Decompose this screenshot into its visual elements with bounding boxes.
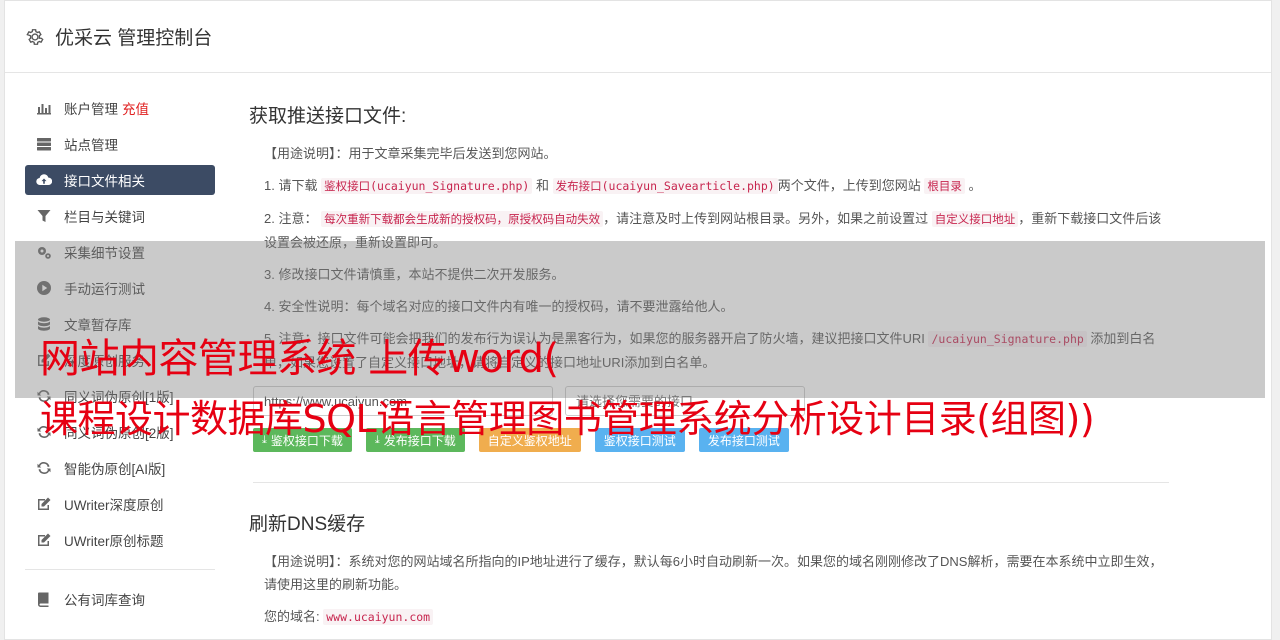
edit-icon [35, 532, 53, 548]
signature-file-code: 鉴权接口(ucaiyun_Signature.php) [321, 178, 533, 194]
sidebar-item-ai-original[interactable]: 智能伪原创[AI版] [25, 453, 215, 483]
section-divider [253, 482, 1169, 483]
sidebar-item-label: 公有词库查询 [64, 593, 145, 608]
dns-domain-row: 您的域名: www.ucaiyun.com [249, 605, 1169, 629]
custom-url-code: 自定义接口地址 [931, 211, 1019, 227]
sidebar-item-public-lexicon[interactable]: 公有词库查询 [25, 584, 215, 614]
server-icon [35, 136, 53, 152]
dns-domain-value: www.ucaiyun.com [323, 609, 434, 625]
book-icon [35, 591, 53, 607]
instruction-1: 1. 请下载 鉴权接口(ucaiyun_Signature.php) 和 发布接… [264, 178, 982, 194]
recharge-link[interactable]: 充值 [122, 98, 149, 118]
cloud-upload-icon [35, 172, 53, 188]
top-bar: 优采云 管理控制台 [5, 1, 1271, 73]
sidebar-item-label: 智能伪原创[AI版] [64, 462, 166, 477]
sidebar-item-label: 栏目与关键词 [64, 210, 145, 225]
sidebar-item-label: 账户管理 [64, 102, 118, 117]
edit-icon [35, 496, 53, 512]
overlay-title-line-2: 课程设计数据库SQL语言管理图书管理系统分析设计目录(组图)) [40, 397, 1095, 441]
sidebar-item-label: UWriter原创标题 [64, 534, 164, 549]
regenerate-warning-code: 每次重新下载都会生成新的授权码，原授权码自动失效 [321, 211, 604, 227]
overlay-title-line-1: 网站内容管理系统 上传word( [40, 336, 559, 382]
gear-icon [26, 28, 44, 45]
sidebar-item-label: 接口文件相关 [64, 174, 145, 189]
sidebar-item-account[interactable]: 账户管理 充值 [25, 93, 215, 123]
refresh-icon [35, 460, 53, 476]
usage-note: 【用途说明】：用于文章采集完毕后发送到您网站。 [264, 146, 557, 161]
sidebar-item-uwriter-title[interactable]: UWriter原创标题 [25, 525, 215, 555]
sidebar-item-label: 站点管理 [64, 138, 118, 153]
dns-usage-note: 【用途说明】：系统对您的网站域名所指向的IP地址进行了缓存，默认每6小时自动刷新… [264, 554, 1163, 592]
sidebar-divider [25, 569, 215, 570]
sidebar-item-label: UWriter深度原创 [64, 498, 164, 513]
root-dir-code: 根目录 [924, 178, 965, 194]
interface-section-title: 获取推送接口文件: [249, 106, 407, 127]
sidebar-item-interface-files[interactable]: 接口文件相关 [25, 165, 215, 195]
dns-section-title: 刷新DNS缓存 [249, 514, 366, 535]
sidebar-item-columns-keywords[interactable]: 栏目与关键词 [25, 201, 215, 231]
sidebar-item-uwriter-deep[interactable]: UWriter深度原创 [25, 489, 215, 519]
bar-chart-icon [35, 100, 53, 116]
dns-domain-label: 您的域名: [264, 609, 320, 624]
sidebar-item-sites[interactable]: 站点管理 [25, 129, 215, 159]
savearticle-file-code: 发布接口(ucaiyun_Savearticle.php) [552, 178, 778, 194]
console-title: 优采云 管理控制台 [55, 28, 213, 49]
filter-icon [35, 208, 53, 224]
